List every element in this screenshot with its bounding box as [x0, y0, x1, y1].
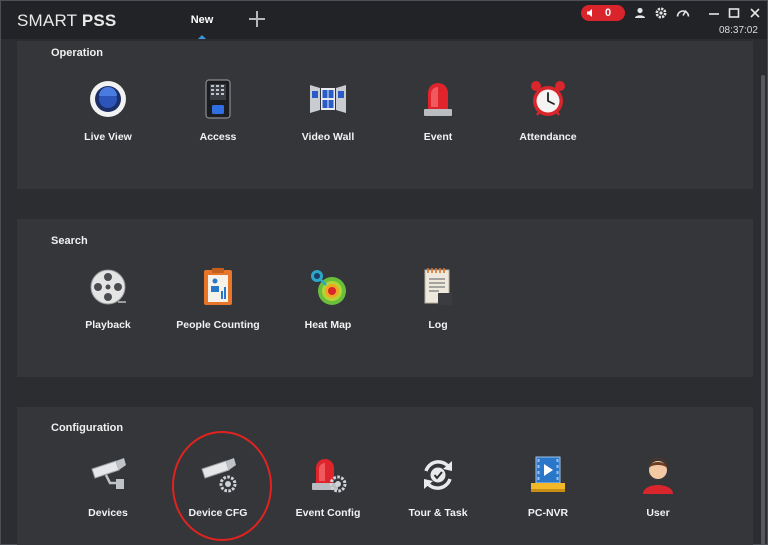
app-label: Access — [199, 131, 237, 143]
app-playback[interactable]: Playback — [53, 267, 163, 347]
app-window: SMART PSS New 0 08:37:02 Operation Live … — [0, 0, 768, 545]
settings-gear-icon[interactable] — [654, 6, 668, 20]
alarm-badge-button[interactable]: 0 — [581, 5, 625, 21]
event-icon — [424, 83, 452, 116]
video-wall-icon — [310, 85, 346, 113]
section-title: Configuration — [51, 422, 124, 434]
performance-gauge-icon[interactable] — [676, 6, 690, 20]
heat-map-icon — [311, 270, 346, 305]
app-label: Heat Map — [304, 319, 352, 331]
app-event[interactable]: Event — [383, 79, 493, 159]
app-label: Tour & Task — [408, 507, 468, 519]
title-bar: SMART PSS New 0 08:37:02 — [1, 1, 767, 39]
speaker-icon — [587, 9, 592, 17]
app-log[interactable]: Log — [383, 267, 493, 347]
app-people-counting[interactable]: People Counting — [163, 267, 273, 347]
app-attendance[interactable]: Attendance — [493, 79, 603, 159]
app-live-view[interactable]: Live View — [53, 79, 163, 159]
app-label: User — [646, 507, 670, 519]
app-devices[interactable]: Devices — [53, 455, 163, 535]
refresh-check-icon — [424, 460, 452, 490]
section-configuration: Configuration Devices Device CFG Event C… — [17, 407, 753, 545]
app-label: Log — [428, 319, 448, 331]
close-icon[interactable] — [748, 6, 762, 20]
app-tour-task[interactable]: Tour & Task — [383, 455, 493, 535]
pc-nvr-icon — [531, 456, 565, 492]
app-label: Playback — [85, 319, 131, 331]
maximize-icon[interactable] — [727, 6, 741, 20]
user-account-icon[interactable] — [633, 6, 647, 20]
vertical-scrollbar[interactable] — [759, 41, 767, 545]
access-icon — [205, 79, 231, 119]
app-label: PC-NVR — [527, 507, 569, 519]
tab-active-indicator — [198, 35, 206, 39]
event-gear-icon — [312, 459, 347, 493]
app-label: Devices — [88, 507, 128, 519]
section-search: Search Playback People Counting Heat Map — [17, 219, 753, 377]
app-pc-nvr[interactable]: PC-NVR — [493, 455, 603, 535]
user-icon — [643, 458, 673, 494]
section-title: Search — [51, 235, 88, 247]
minimize-icon[interactable] — [707, 6, 721, 20]
app-video-wall[interactable]: Video Wall — [273, 79, 383, 159]
alarm-clock-icon — [531, 81, 565, 116]
app-label: People Counting — [176, 319, 260, 331]
people-counting-icon — [204, 268, 232, 305]
live-view-icon — [90, 81, 126, 117]
app-label: Attendance — [519, 131, 577, 143]
app-label: Live View — [84, 131, 132, 143]
tab-new[interactable]: New — [179, 1, 225, 39]
log-icon — [424, 268, 452, 305]
camera-icon — [91, 458, 126, 489]
clock-time: 08:37:02 — [719, 25, 758, 36]
alarm-count: 0 — [605, 7, 612, 19]
app-label: Event — [423, 131, 453, 143]
scrollbar-thumb[interactable] — [761, 75, 765, 545]
add-tab-icon[interactable] — [249, 11, 265, 27]
app-label: Event Config — [295, 507, 361, 519]
app-logo: SMART PSS — [17, 11, 117, 30]
film-reel-icon — [90, 269, 126, 305]
app-heat-map[interactable]: Heat Map — [273, 267, 383, 347]
section-title: Operation — [51, 47, 103, 59]
app-user[interactable]: User — [603, 455, 713, 535]
app-label: Video Wall — [301, 131, 355, 143]
app-event-config[interactable]: Event Config — [273, 455, 383, 535]
app-access[interactable]: Access — [163, 79, 273, 159]
tab-new-label: New — [190, 14, 214, 26]
section-operation: Operation Live View Access Video Wall Ev… — [17, 41, 753, 189]
highlight-circle — [172, 431, 272, 541]
